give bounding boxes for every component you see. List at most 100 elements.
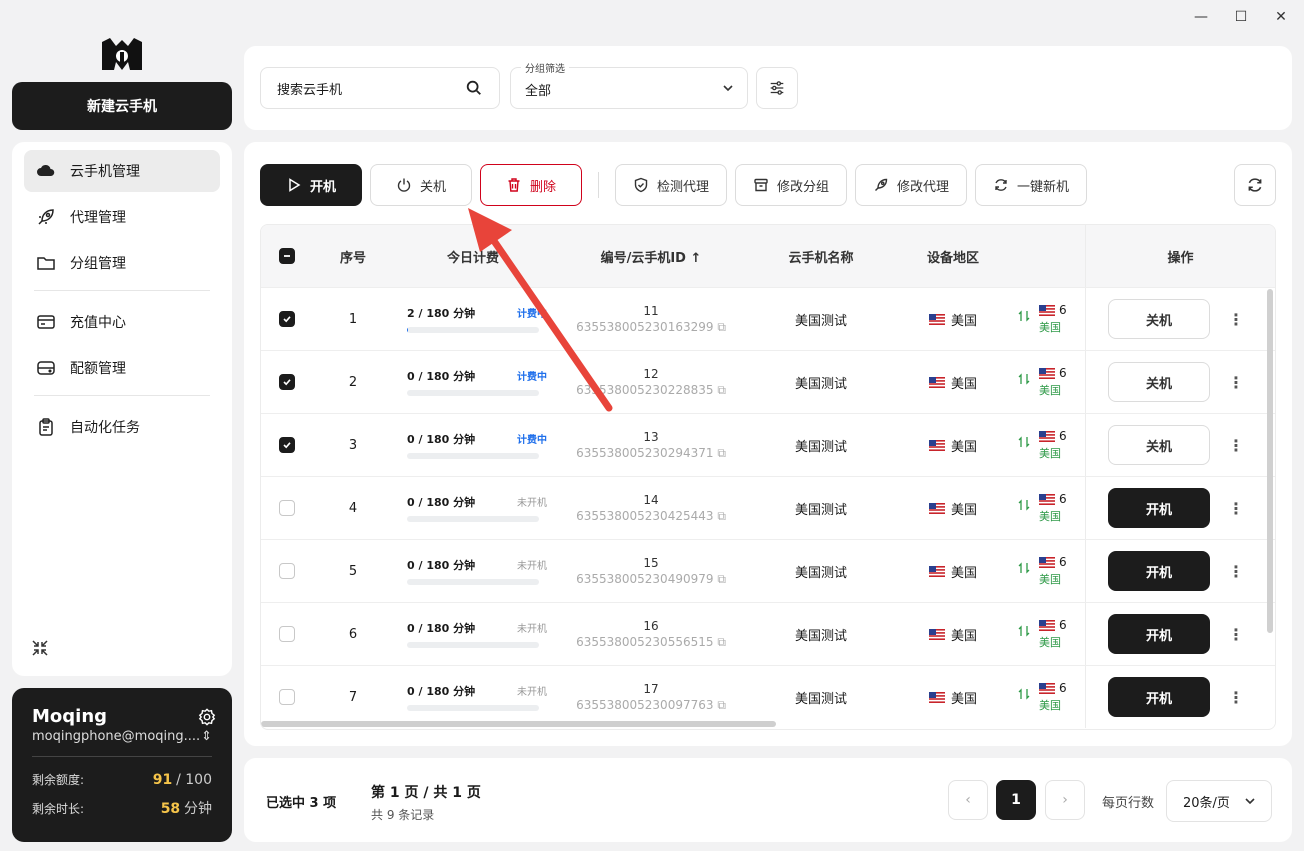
- proxy-region: 美国: [1039, 447, 1061, 460]
- maximize-icon[interactable]: ☐: [1232, 8, 1250, 26]
- row-checkbox[interactable]: [279, 563, 295, 579]
- rows-per-page-value: 20条/页: [1183, 795, 1230, 811]
- device-table: 序号 今日计费 编号/云手机ID ↑ 云手机名称 设备地区 操作 1 2 / 18…: [260, 224, 1276, 730]
- header-id[interactable]: 编号/云手机ID ↑: [553, 247, 749, 266]
- sidebar-item-group[interactable]: 分组管理: [24, 242, 220, 284]
- table-row[interactable]: 7 0 / 180 分钟 未开机 17 635538005230097763 ⧉ 美国测试…: [261, 665, 1275, 728]
- row-action-button[interactable]: 开机: [1108, 677, 1210, 717]
- table-row[interactable]: 5 0 / 180 分钟 未开机 15 635538005230490979 ⧉ 美国测试…: [261, 539, 1275, 602]
- new-cloud-phone-button[interactable]: 新建云手机: [12, 82, 232, 130]
- row-select-cell: [261, 500, 313, 516]
- prev-page-button[interactable]: ‹: [948, 780, 988, 820]
- row-select-cell: [261, 437, 313, 453]
- edit-proxy-button[interactable]: 修改代理: [855, 164, 967, 206]
- more-vertical-icon[interactable]: ⋮: [1228, 562, 1244, 581]
- transfer-icon: [1018, 625, 1030, 637]
- table-row[interactable]: 2 0 / 180 分钟 计费中 12 635538005230228835 ⧉ 美国测试…: [261, 350, 1275, 413]
- time-unit: 分钟: [184, 801, 212, 817]
- billing-status: 计费中: [517, 372, 547, 383]
- row-action-button[interactable]: 开机: [1108, 614, 1210, 654]
- check-proxy-button[interactable]: 检测代理: [615, 164, 727, 206]
- proxy-ip: 6: [1059, 366, 1067, 380]
- account-switcher[interactable]: moqingphone@moqing.... ⇕: [32, 729, 212, 744]
- edit-group-button[interactable]: 修改分组: [735, 164, 847, 206]
- sync-icon: [995, 179, 1007, 191]
- copy-icon[interactable]: ⧉: [717, 320, 726, 334]
- gear-icon[interactable]: [198, 708, 216, 726]
- more-vertical-icon[interactable]: ⋮: [1228, 625, 1244, 644]
- copy-icon[interactable]: ⧉: [717, 572, 726, 586]
- row-action-button[interactable]: 开机: [1108, 551, 1210, 591]
- group-filter-select[interactable]: 分组筛选 全部: [510, 60, 748, 109]
- table-header: 序号 今日计费 编号/云手机ID ↑ 云手机名称 设备地区 操作: [261, 225, 1275, 287]
- device-name: 美国测试: [794, 502, 847, 518]
- search-placeholder: 搜索云手机: [277, 82, 343, 98]
- one-click-new-button[interactable]: 一键新机: [975, 164, 1087, 206]
- close-icon[interactable]: ✕: [1272, 8, 1290, 26]
- row-action-button[interactable]: 关机: [1108, 362, 1210, 402]
- chevron-left-icon: ‹: [965, 792, 971, 808]
- copy-icon[interactable]: ⧉: [717, 509, 726, 523]
- select-all-checkbox[interactable]: [279, 248, 295, 264]
- us-flag-icon: [928, 565, 945, 577]
- row-checkbox[interactable]: [279, 500, 295, 516]
- copy-icon[interactable]: ⧉: [717, 446, 726, 460]
- copy-icon[interactable]: ⧉: [717, 698, 726, 712]
- op-cell: 开机 ⋮: [1085, 603, 1275, 665]
- vertical-scrollbar[interactable]: [1267, 289, 1273, 633]
- horizontal-scrollbar[interactable]: [261, 721, 776, 727]
- filter-settings-button[interactable]: [756, 67, 798, 109]
- row-checkbox[interactable]: [279, 626, 295, 642]
- rows-per-page-select[interactable]: 20条/页: [1166, 780, 1272, 822]
- row-action-button[interactable]: 开机: [1108, 488, 1210, 528]
- sidebar-item-automation[interactable]: 自动化任务: [24, 406, 220, 448]
- edit-proxy-label: 修改代理: [896, 179, 949, 195]
- sidebar-nav: 云手机管理 代理管理 分组管理 充值中心 配额管理 自动化任务: [12, 142, 232, 676]
- more-vertical-icon[interactable]: ⋮: [1228, 373, 1244, 392]
- more-vertical-icon[interactable]: ⋮: [1228, 310, 1244, 329]
- search-input[interactable]: 搜索云手机: [260, 67, 500, 109]
- header-region: 设备地区: [926, 250, 979, 266]
- minimize-icon[interactable]: —: [1192, 8, 1210, 26]
- table-row[interactable]: 6 0 / 180 分钟 未开机 16 635538005230556515 ⧉ 美国测试…: [261, 602, 1275, 665]
- sidebar-item-proxy[interactable]: 代理管理: [24, 196, 220, 238]
- sidebar-item-cloud-phone[interactable]: 云手机管理: [24, 150, 220, 192]
- sidebar-item-label: 配额管理: [70, 361, 126, 377]
- row-checkbox[interactable]: [279, 311, 295, 327]
- more-vertical-icon[interactable]: ⋮: [1228, 499, 1244, 518]
- rocket-icon: [874, 178, 888, 191]
- page-button-current[interactable]: 1: [996, 780, 1036, 820]
- refresh-button[interactable]: [1234, 164, 1276, 206]
- usage-progress: [407, 642, 539, 648]
- usage-progress-fill: [407, 327, 409, 333]
- id-cell: 11 635538005230163299 ⧉: [553, 304, 749, 335]
- row-checkbox[interactable]: [279, 437, 295, 453]
- more-vertical-icon[interactable]: ⋮: [1228, 436, 1244, 455]
- search-icon[interactable]: [465, 79, 483, 97]
- proxy-ip: 6: [1059, 429, 1067, 443]
- storage-icon: [37, 361, 55, 375]
- copy-icon[interactable]: ⧉: [717, 383, 726, 397]
- row-action-button[interactable]: 关机: [1108, 425, 1210, 465]
- table-row[interactable]: 4 0 / 180 分钟 未开机 14 635538005230425443 ⧉ 美国测试…: [261, 476, 1275, 539]
- collapse-icon[interactable]: [30, 638, 50, 658]
- device-name: 美国测试: [794, 565, 847, 581]
- trash-icon: [508, 178, 520, 192]
- usage-cell: 0 / 180 分钟 计费中: [393, 431, 553, 459]
- table-row[interactable]: 3 0 / 180 分钟 计费中 13 635538005230294371 ⧉ 美国测试…: [261, 413, 1275, 476]
- us-flag-icon: [928, 313, 945, 325]
- billing-status: 未开机: [517, 687, 547, 698]
- row-checkbox[interactable]: [279, 689, 295, 705]
- row-checkbox[interactable]: [279, 374, 295, 390]
- more-vertical-icon[interactable]: ⋮: [1228, 688, 1244, 707]
- transfer-icon: [1018, 499, 1030, 511]
- start-button[interactable]: 开机: [260, 164, 362, 206]
- sidebar-item-recharge[interactable]: 充值中心: [24, 301, 220, 343]
- shutdown-button[interactable]: 关机: [370, 164, 472, 206]
- next-page-button[interactable]: ›: [1045, 780, 1085, 820]
- sidebar-item-quota[interactable]: 配额管理: [24, 347, 220, 389]
- copy-icon[interactable]: ⧉: [717, 635, 726, 649]
- row-action-button[interactable]: 关机: [1108, 299, 1210, 339]
- delete-button[interactable]: 删除: [480, 164, 582, 206]
- table-row[interactable]: 1 2 / 180 分钟 计费中 11 635538005230163299 ⧉ 美国测试…: [261, 287, 1275, 350]
